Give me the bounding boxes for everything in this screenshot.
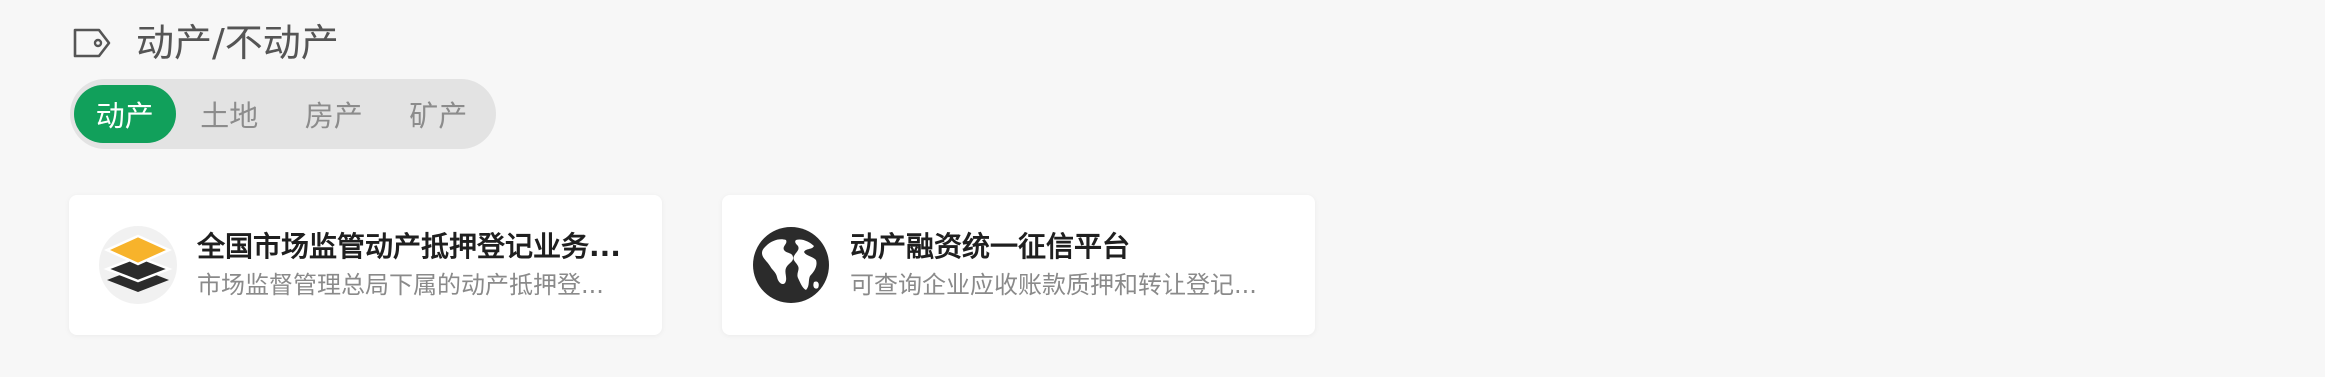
card-text: 动产融资统一征信平台 可查询企业应收账款质押和转让登记... — [850, 228, 1280, 302]
resource-card-mortgage-registration[interactable]: 全国市场监管动产抵押登记业务... 市场监督管理总局下属的动产抵押登... — [69, 195, 662, 335]
globe-icon — [752, 226, 830, 304]
card-text: 全国市场监管动产抵押登记业务... 市场监督管理总局下属的动产抵押登... — [197, 228, 627, 302]
card-title: 全国市场监管动产抵押登记业务... — [197, 230, 621, 263]
tab-movable-property[interactable]: 动产 — [74, 85, 176, 143]
section-header: 动产/不动产 — [70, 18, 339, 68]
resource-card-credit-platform[interactable]: 动产融资统一征信平台 可查询企业应收账款质押和转让登记... — [722, 195, 1315, 335]
page: 动产/不动产 动产 土地 房产 矿产 全国市场监管动产抵押登记业务... 市场监… — [0, 0, 2325, 377]
tab-mineral[interactable]: 矿产 — [388, 85, 490, 143]
section-title: 动产/不动产 — [136, 21, 339, 65]
tab-house-property[interactable]: 房产 — [283, 85, 385, 143]
card-title: 动产融资统一征信平台 — [850, 230, 1131, 263]
category-tabs: 动产 土地 房产 矿产 — [70, 79, 496, 149]
tab-land[interactable]: 土地 — [179, 85, 281, 143]
resource-cards: 全国市场监管动产抵押登记业务... 市场监督管理总局下属的动产抵押登... 动产… — [69, 195, 1375, 335]
stacked-layers-icon — [99, 226, 177, 304]
card-description: 可查询企业应收账款质押和转让登记... — [850, 271, 1257, 299]
tag-icon — [70, 25, 114, 61]
card-description: 市场监督管理总局下属的动产抵押登... — [197, 271, 604, 299]
